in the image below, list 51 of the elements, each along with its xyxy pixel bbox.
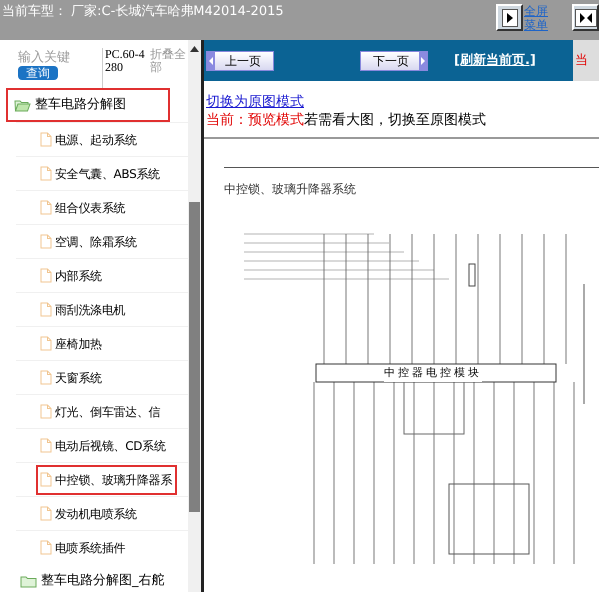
folder-icon — [20, 574, 37, 588]
tree-item[interactable]: 内部系统 — [36, 260, 107, 290]
document-icon — [40, 506, 52, 521]
split-arrows-icon — [578, 12, 592, 24]
document-icon — [40, 370, 52, 385]
document-icon — [40, 234, 52, 249]
search-button[interactable]: 查询 — [18, 66, 58, 80]
current-mode-label: 当 — [574, 52, 588, 70]
tree-item[interactable]: 灯光、倒车雷达、信 — [36, 396, 166, 426]
document-icon — [40, 472, 52, 487]
tree-item[interactable]: 中控锁、玻璃升降器系 — [36, 464, 178, 494]
document-icon — [40, 268, 52, 283]
scrollbar[interactable] — [188, 40, 201, 592]
refresh-page-link[interactable]: [刷新当前页.] — [454, 50, 536, 70]
tree-item[interactable]: 空调、除霜系统 — [36, 226, 142, 256]
preview-mode-label: 当前：预览模式 — [206, 111, 304, 129]
tree-item[interactable]: 组合仪表系统 — [36, 192, 130, 222]
open-folder-icon — [14, 98, 31, 112]
module-label: 中控器电控模块 — [384, 365, 482, 382]
arrow-left-icon — [207, 52, 215, 70]
tree-item[interactable]: 雨刮洗涤电机 — [36, 294, 130, 324]
model-code: PC.60-4280 — [102, 48, 146, 88]
original-mode-link[interactable]: 切换为原图模式 — [206, 93, 304, 111]
document-icon — [40, 540, 52, 555]
next-page-button[interactable]: 下一页 — [360, 50, 428, 70]
fullscreen-button[interactable] — [496, 4, 523, 31]
document-icon — [40, 200, 52, 215]
mode-hint: 若需看大图，切换至原图模式 — [304, 111, 486, 129]
tree-item[interactable]: 电喷系统插件 — [36, 532, 130, 562]
search-field[interactable]: 输入关键 — [18, 48, 98, 68]
document-icon — [40, 166, 52, 181]
split-view-button[interactable] — [572, 4, 599, 31]
tree-item[interactable]: 发动机电喷系统 — [36, 498, 142, 528]
arrow-right-icon — [506, 12, 514, 24]
tree-item[interactable]: 天窗系统 — [36, 362, 107, 392]
tree-folder[interactable]: 整车电路分解图 — [6, 88, 170, 122]
document-icon — [40, 132, 52, 147]
document-icon — [40, 302, 52, 317]
diagram-title: 中控锁、玻璃升降器系统 — [224, 181, 357, 198]
vehicle-title: 当前车型： 厂家:C-长城汽车哈弗M42014-2015 — [1, 3, 284, 21]
document-icon — [40, 438, 52, 453]
tree-item[interactable]: 安全气囊、ABS系统 — [36, 158, 165, 188]
document-icon — [40, 404, 52, 419]
tree-folder[interactable]: 整车电路分解图_右舵 — [8, 564, 188, 592]
previous-page-button[interactable]: 上一页 — [206, 50, 274, 70]
arrow-right-icon — [419, 52, 427, 70]
tree-item[interactable]: 电源、起动系统 — [36, 124, 142, 154]
scroll-up-icon[interactable] — [190, 46, 199, 52]
tree-item[interactable]: 座椅加热 — [36, 328, 107, 358]
tree-item[interactable]: 电动后视镜、CD系统 — [36, 430, 171, 460]
document-icon — [40, 336, 52, 351]
